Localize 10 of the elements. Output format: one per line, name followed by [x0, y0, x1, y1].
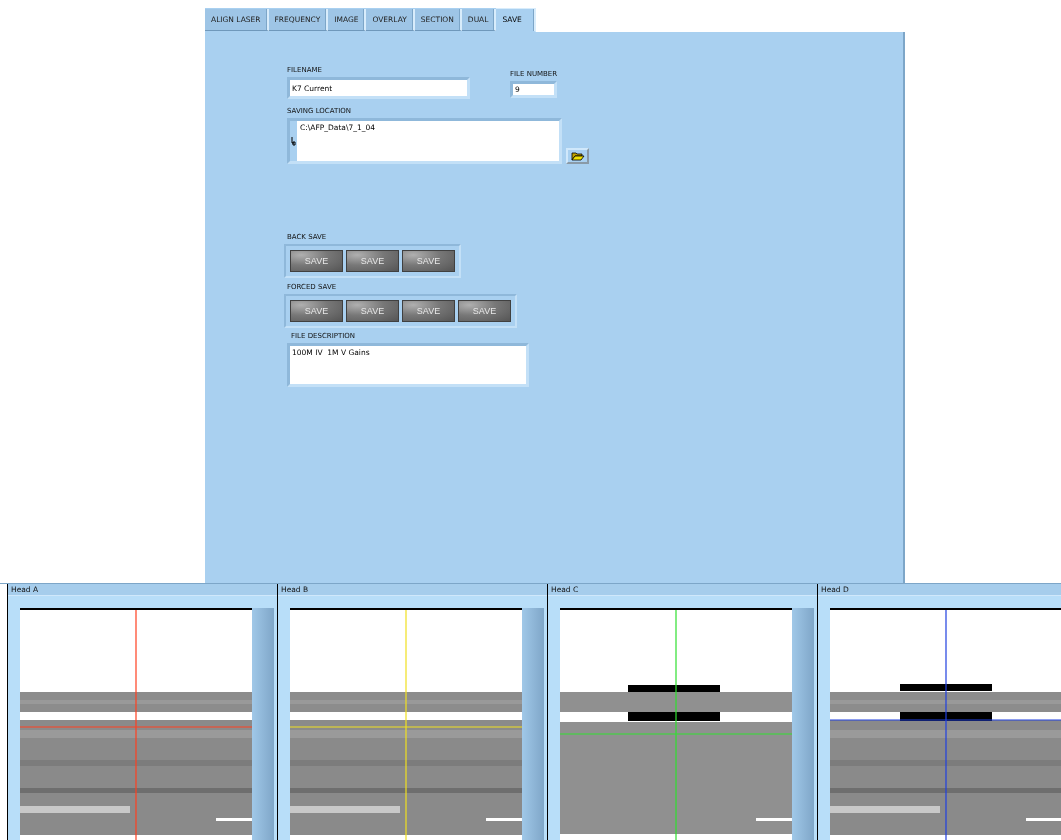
save-button[interactable]: SAVE [346, 250, 399, 272]
save-button[interactable]: SAVE [458, 300, 511, 322]
save-button[interactable]: SAVE [402, 300, 455, 322]
save-button[interactable]: SAVE [290, 250, 343, 272]
folder-button[interactable] [566, 148, 589, 164]
save-button[interactable]: SAVE [346, 300, 399, 322]
folder-icon [570, 151, 585, 161]
save-button[interactable]: SAVE [402, 250, 455, 272]
save-button[interactable]: SAVE [290, 300, 343, 322]
path-icon [291, 136, 296, 146]
